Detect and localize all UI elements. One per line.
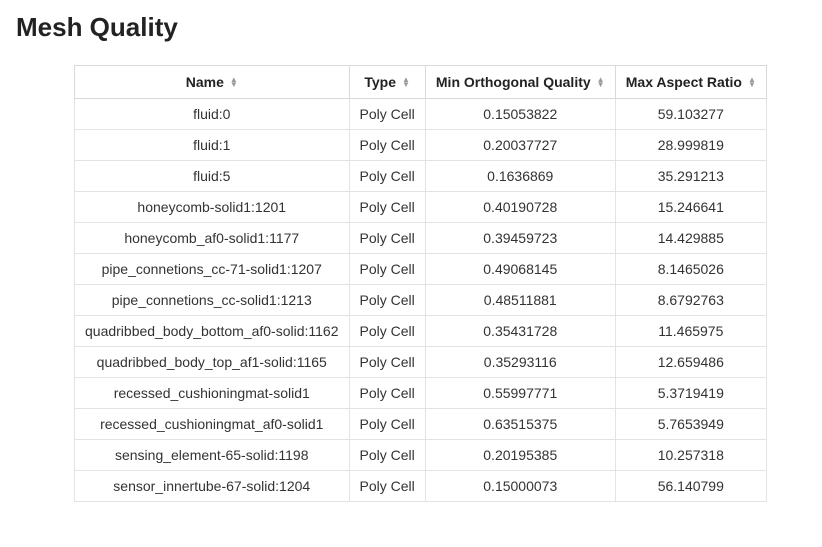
cell-type: Poly Cell: [349, 130, 425, 161]
cell-min-orthogonal-quality: 0.39459723: [425, 223, 615, 254]
cell-min-orthogonal-quality: 0.35431728: [425, 316, 615, 347]
table-header-row: Name Type Min Orthogonal Quality: [75, 66, 767, 99]
cell-type: Poly Cell: [349, 440, 425, 471]
cell-type: Poly Cell: [349, 347, 425, 378]
table-row: pipe_connetions_cc-solid1:1213Poly Cell0…: [75, 285, 767, 316]
cell-min-orthogonal-quality: 0.35293116: [425, 347, 615, 378]
cell-type: Poly Cell: [349, 378, 425, 409]
table-row: sensor_innertube-67-solid:1204Poly Cell0…: [75, 471, 767, 502]
table-row: sensing_element-65-solid:1198Poly Cell0.…: [75, 440, 767, 471]
cell-min-orthogonal-quality: 0.15053822: [425, 99, 615, 130]
cell-min-orthogonal-quality: 0.55997771: [425, 378, 615, 409]
mesh-quality-table-wrap: Name Type Min Orthogonal Quality: [74, 65, 806, 502]
cell-name: honeycomb-solid1:1201: [75, 192, 350, 223]
cell-min-orthogonal-quality: 0.20037727: [425, 130, 615, 161]
cell-name: honeycomb_af0-solid1:1177: [75, 223, 350, 254]
table-row: honeycomb-solid1:1201Poly Cell0.40190728…: [75, 192, 767, 223]
cell-name: pipe_connetions_cc-71-solid1:1207: [75, 254, 350, 285]
cell-type: Poly Cell: [349, 471, 425, 502]
cell-max-aspect-ratio: 56.140799: [615, 471, 766, 502]
cell-type: Poly Cell: [349, 99, 425, 130]
mesh-quality-table: Name Type Min Orthogonal Quality: [74, 65, 767, 502]
column-header-min-orthogonal-quality[interactable]: Min Orthogonal Quality: [425, 66, 615, 99]
cell-max-aspect-ratio: 59.103277: [615, 99, 766, 130]
cell-max-aspect-ratio: 8.6792763: [615, 285, 766, 316]
table-row: quadribbed_body_top_af1-solid:1165Poly C…: [75, 347, 767, 378]
cell-min-orthogonal-quality: 0.1636869: [425, 161, 615, 192]
cell-type: Poly Cell: [349, 223, 425, 254]
cell-min-orthogonal-quality: 0.49068145: [425, 254, 615, 285]
cell-type: Poly Cell: [349, 285, 425, 316]
table-row: fluid:0Poly Cell0.1505382259.103277: [75, 99, 767, 130]
cell-type: Poly Cell: [349, 409, 425, 440]
sort-icon[interactable]: [597, 77, 605, 87]
cell-max-aspect-ratio: 11.465975: [615, 316, 766, 347]
cell-name: quadribbed_body_bottom_af0-solid:1162: [75, 316, 350, 347]
cell-name: sensor_innertube-67-solid:1204: [75, 471, 350, 502]
column-header-label: Min Orthogonal Quality: [436, 74, 591, 90]
cell-name: sensing_element-65-solid:1198: [75, 440, 350, 471]
table-row: quadribbed_body_bottom_af0-solid:1162Pol…: [75, 316, 767, 347]
column-header-label: Name: [186, 74, 224, 90]
cell-name: fluid:5: [75, 161, 350, 192]
cell-min-orthogonal-quality: 0.63515375: [425, 409, 615, 440]
cell-max-aspect-ratio: 35.291213: [615, 161, 766, 192]
column-header-label: Type: [364, 74, 396, 90]
cell-min-orthogonal-quality: 0.20195385: [425, 440, 615, 471]
cell-type: Poly Cell: [349, 161, 425, 192]
cell-type: Poly Cell: [349, 316, 425, 347]
page-title: Mesh Quality: [16, 12, 806, 43]
table-row: pipe_connetions_cc-71-solid1:1207Poly Ce…: [75, 254, 767, 285]
cell-max-aspect-ratio: 10.257318: [615, 440, 766, 471]
table-row: recessed_cushioningmat-solid1Poly Cell0.…: [75, 378, 767, 409]
cell-min-orthogonal-quality: 0.15000073: [425, 471, 615, 502]
table-row: recessed_cushioningmat_af0-solid1Poly Ce…: [75, 409, 767, 440]
sort-icon[interactable]: [748, 77, 756, 87]
cell-max-aspect-ratio: 28.999819: [615, 130, 766, 161]
column-header-type[interactable]: Type: [349, 66, 425, 99]
sort-icon[interactable]: [230, 77, 238, 87]
table-row: honeycomb_af0-solid1:1177Poly Cell0.3945…: [75, 223, 767, 254]
cell-name: recessed_cushioningmat_af0-solid1: [75, 409, 350, 440]
column-header-label: Max Aspect Ratio: [626, 74, 742, 90]
cell-max-aspect-ratio: 8.1465026: [615, 254, 766, 285]
cell-name: fluid:0: [75, 99, 350, 130]
column-header-max-aspect-ratio[interactable]: Max Aspect Ratio: [615, 66, 766, 99]
cell-max-aspect-ratio: 12.659486: [615, 347, 766, 378]
table-row: fluid:1Poly Cell0.2003772728.999819: [75, 130, 767, 161]
cell-max-aspect-ratio: 14.429885: [615, 223, 766, 254]
cell-name: fluid:1: [75, 130, 350, 161]
cell-max-aspect-ratio: 15.246641: [615, 192, 766, 223]
cell-type: Poly Cell: [349, 192, 425, 223]
cell-name: recessed_cushioningmat-solid1: [75, 378, 350, 409]
cell-name: quadribbed_body_top_af1-solid:1165: [75, 347, 350, 378]
cell-min-orthogonal-quality: 0.48511881: [425, 285, 615, 316]
cell-max-aspect-ratio: 5.7653949: [615, 409, 766, 440]
column-header-name[interactable]: Name: [75, 66, 350, 99]
cell-type: Poly Cell: [349, 254, 425, 285]
sort-icon[interactable]: [402, 77, 410, 87]
table-row: fluid:5Poly Cell0.163686935.291213: [75, 161, 767, 192]
cell-min-orthogonal-quality: 0.40190728: [425, 192, 615, 223]
cell-max-aspect-ratio: 5.3719419: [615, 378, 766, 409]
cell-name: pipe_connetions_cc-solid1:1213: [75, 285, 350, 316]
